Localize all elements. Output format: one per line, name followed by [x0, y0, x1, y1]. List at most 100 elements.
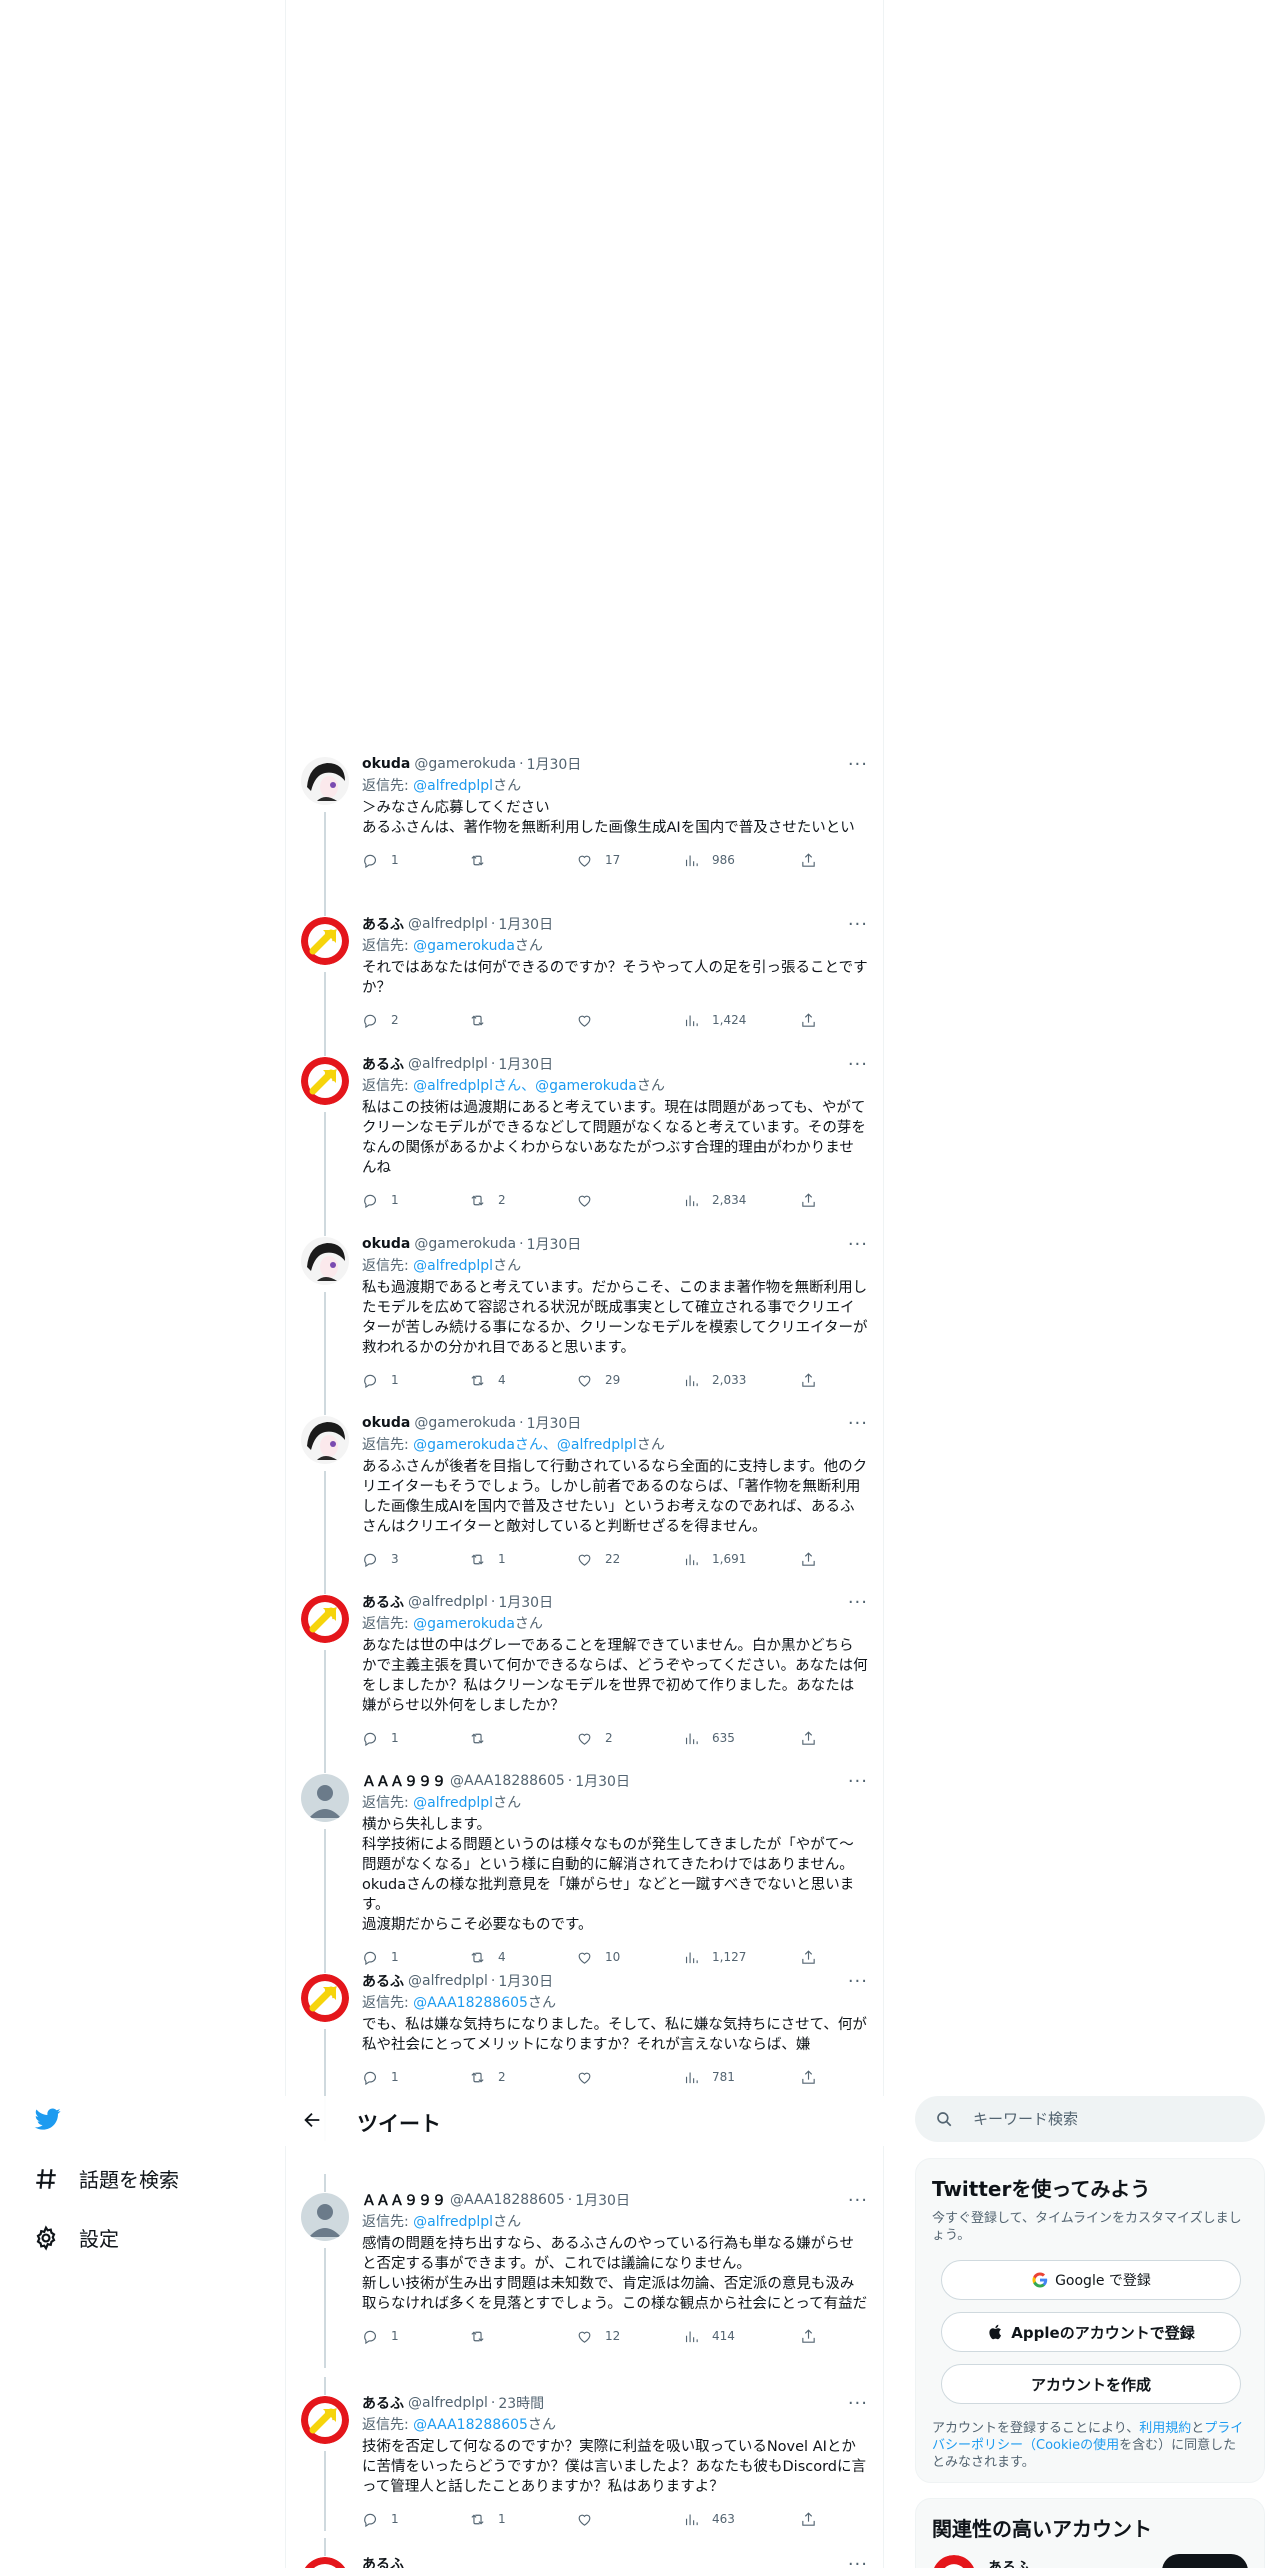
terms-link[interactable]: 利用規約	[1139, 2421, 1191, 2436]
more-options-icon[interactable]: ···	[848, 1054, 868, 1075]
retweet-button[interactable]	[469, 1012, 576, 1029]
author-handle[interactable]: @alfredplpl	[408, 1594, 488, 1610]
tweet-timestamp[interactable]: 1月30日	[527, 1234, 582, 1254]
like-button[interactable]: 29	[576, 1372, 683, 1389]
retweet-button[interactable]: 4	[469, 1372, 576, 1389]
tweet-timestamp[interactable]: 1月30日	[575, 1771, 630, 1791]
like-button[interactable]	[576, 2511, 683, 2528]
reply-mention[interactable]: @alfredplpl	[413, 1795, 493, 1811]
like-button[interactable]	[576, 1012, 683, 1029]
views-button[interactable]: 635	[683, 1730, 800, 1747]
views-button[interactable]: 1,691	[683, 1551, 800, 1568]
retweet-button[interactable]	[469, 2328, 576, 2345]
more-options-icon[interactable]: ···	[848, 1971, 868, 1992]
avatar[interactable]	[301, 1774, 349, 1822]
reply-button[interactable]: 1	[362, 1372, 469, 1389]
tweet[interactable]: okuda @gamerokuda · 1月30日 ··· 返信先: @gamerokud…	[285, 1397, 884, 1591]
follow-button[interactable]	[1162, 2554, 1248, 2568]
reply-button[interactable]: 2	[362, 1012, 469, 1029]
author-name[interactable]: ＡＡＡ９９９	[362, 2190, 446, 2210]
retweet-button[interactable]: 1	[469, 1551, 576, 1568]
avatar[interactable]	[301, 1237, 349, 1285]
author-name[interactable]: あるふ	[362, 2554, 404, 2568]
reply-button[interactable]: 1	[362, 852, 469, 869]
author-name[interactable]: あるふ	[362, 2393, 404, 2413]
tweet[interactable]: あるふ @alfredplpl · 23時間 ··· 返信先: @AAA18288605さ…	[285, 2377, 884, 2531]
share-button[interactable]	[800, 1551, 817, 1568]
tweet-timestamp[interactable]: 1月30日	[527, 754, 582, 774]
views-button[interactable]: 414	[683, 2328, 800, 2345]
author-name[interactable]: あるふ	[362, 1971, 404, 1991]
author-name[interactable]: あるふ	[362, 1592, 404, 1612]
like-button[interactable]	[576, 2069, 683, 2086]
share-button[interactable]	[800, 1372, 817, 1389]
retweet-button[interactable]: 1	[469, 2511, 576, 2528]
tweet[interactable]: okuda @gamerokuda · 1月30日 ··· 返信先: @alfredplp…	[285, 1218, 884, 1412]
tweet-timestamp[interactable]: 1月30日	[498, 914, 553, 934]
avatar[interactable]	[301, 1416, 349, 1464]
more-options-icon[interactable]: ···	[848, 1234, 868, 1255]
avatar[interactable]	[301, 1057, 349, 1105]
nav-settings[interactable]: 設定	[33, 2223, 119, 2252]
views-button[interactable]: 463	[683, 2511, 800, 2528]
reply-button[interactable]: 1	[362, 2069, 469, 2086]
more-options-icon[interactable]: ···	[848, 2554, 868, 2568]
author-handle[interactable]: @gamerokuda	[414, 1236, 516, 1252]
create-account-button[interactable]: アカウントを作成	[941, 2364, 1241, 2404]
avatar[interactable]	[301, 2193, 349, 2241]
avatar[interactable]	[301, 1595, 349, 1643]
avatar[interactable]	[301, 757, 349, 805]
tweet[interactable]: ＡＡＡ９９９ @AAA18288605 · 1月30日 ··· 返信先: @alfredp…	[285, 2174, 884, 2368]
nav-explore[interactable]: 話題を検索	[33, 2164, 179, 2193]
reply-button[interactable]: 1	[362, 1730, 469, 1747]
apple-signup-button[interactable]: Appleのアカウントで登録	[941, 2312, 1241, 2352]
author-handle[interactable]: @alfredplpl	[408, 1056, 488, 1072]
twitter-bird-icon[interactable]	[33, 2106, 63, 2132]
views-button[interactable]: 986	[683, 852, 800, 869]
more-options-icon[interactable]: ···	[848, 1413, 868, 1434]
views-button[interactable]: 2,834	[683, 1192, 800, 1209]
reply-mention[interactable]: @gamerokudaさん、@alfredplpl	[413, 1437, 637, 1453]
like-button[interactable]: 22	[576, 1551, 683, 1568]
google-signup-button[interactable]: Google で登録	[941, 2260, 1241, 2300]
more-options-icon[interactable]: ···	[848, 2190, 868, 2211]
tweet-timestamp[interactable]: 1月30日	[498, 1971, 553, 1991]
share-button[interactable]	[800, 852, 817, 869]
views-button[interactable]: 1,127	[683, 1949, 800, 1966]
avatar[interactable]	[301, 2396, 349, 2444]
tweet-timestamp[interactable]: 1月30日	[575, 2190, 630, 2210]
reply-mention[interactable]: @gamerokuda	[413, 938, 515, 954]
tweet[interactable]: あるふ @alfredplpl · 1月30日 ··· 返信先: @alfredplplさ…	[285, 1038, 884, 1232]
avatar[interactable]	[301, 917, 349, 965]
tweet[interactable]: okuda @gamerokuda · 1月30日 ··· 返信先: @alfredplp…	[285, 752, 884, 912]
retweet-button[interactable]: 2	[469, 2069, 576, 2086]
author-handle[interactable]: @alfredplpl	[408, 1973, 488, 1989]
author-name[interactable]: okuda	[362, 756, 410, 772]
tweet[interactable]: ＡＡＡ９９９ @AAA18288605 · 1月30日 ··· 返信先: @alfredp…	[285, 1755, 884, 1969]
reply-mention[interactable]: @gamerokuda	[413, 1616, 515, 1632]
retweet-button[interactable]	[469, 1730, 576, 1747]
reply-button[interactable]: 1	[362, 1192, 469, 1209]
retweet-button[interactable]: 2	[469, 1192, 576, 1209]
like-button[interactable]: 17	[576, 852, 683, 869]
like-button[interactable]: 12	[576, 2328, 683, 2345]
reply-button[interactable]: 1	[362, 2511, 469, 2528]
reply-mention[interactable]: @alfredplpl	[413, 1258, 493, 1274]
author-handle[interactable]: @AAA18288605	[450, 2192, 565, 2208]
reply-mention[interactable]: @AAA18288605	[413, 2417, 528, 2433]
author-name[interactable]: あるふ	[362, 914, 404, 934]
author-handle[interactable]: @gamerokuda	[414, 756, 516, 772]
more-options-icon[interactable]: ···	[848, 914, 868, 935]
views-button[interactable]: 1,424	[683, 1012, 800, 1029]
author-handle[interactable]: @AAA18288605	[450, 1773, 565, 1789]
tweet[interactable]: あるふ @alfredplpl · 1月30日 ··· 返信先: @gamerokudaさ…	[285, 898, 884, 1052]
avatar[interactable]	[932, 2555, 976, 2568]
tweet-timestamp[interactable]: 1月30日	[498, 1592, 553, 1612]
share-button[interactable]	[800, 2511, 817, 2528]
author-name[interactable]: okuda	[362, 1415, 410, 1431]
reply-button[interactable]: 3	[362, 1551, 469, 1568]
tweet-timestamp[interactable]: 1月30日	[527, 1413, 582, 1433]
back-arrow-icon[interactable]	[301, 2109, 323, 2131]
related-account-name[interactable]: あるふ	[988, 2557, 1030, 2568]
like-button[interactable]: 10	[576, 1949, 683, 1966]
